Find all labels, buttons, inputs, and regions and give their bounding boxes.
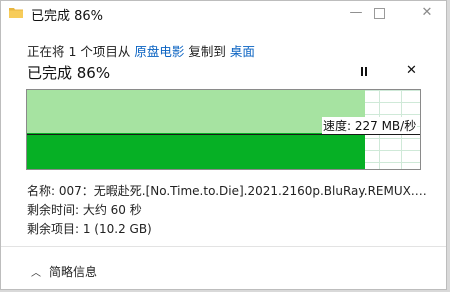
copy-prefix: 正在将 1 个项目从 [27,44,135,59]
maximize-icon [373,8,385,19]
fewer-details-label: 简略信息 [49,265,98,279]
destination-folder-link[interactable]: 桌面 [230,44,255,59]
current-speed-line [27,134,420,135]
source-folder-link[interactable]: 原盘电影 [134,44,184,59]
file-copy-dialog: 已完成 86% — ✕ 正在将 1 个项目从 原盘电影 复制到 桌面 已完成 8… [0,0,447,290]
divider [1,246,446,247]
close-button[interactable]: ✕ [414,3,440,23]
maximize-button[interactable] [366,3,392,23]
speed-area [27,133,365,169]
speed-label: 速度: 227 MB/秒 [322,117,418,134]
copy-middle: 复制到 [188,44,230,59]
pause-button[interactable] [359,66,371,78]
items-remaining-info: 剩余项目: 1 (10.2 GB) [27,222,152,236]
copy-description: 正在将 1 个项目从 原盘电影 复制到 桌面 [27,41,255,60]
file-name-info: 名称: 007：无暇赴死.[No.Time.to.Die].2021.2160p… [27,184,427,198]
folder-icon [9,8,23,18]
window-title: 已完成 86% [31,9,104,24]
transfer-speed-graph: 速度: 227 MB/秒 [26,89,421,170]
time-remaining-info: 剩余时间: 大约 60 秒 [27,203,142,217]
title-bar[interactable]: 已完成 86% — ✕ [1,1,446,26]
pause-icon-bar-right [365,67,367,76]
stop-button[interactable]: ✕ [406,63,417,78]
pause-icon-bar-left [361,67,363,76]
chevron-up-icon: ︿ [31,268,41,279]
progress-percent-label: 已完成 86% [27,64,111,82]
fewer-details-toggle[interactable]: ︿ 简略信息 [31,263,97,280]
